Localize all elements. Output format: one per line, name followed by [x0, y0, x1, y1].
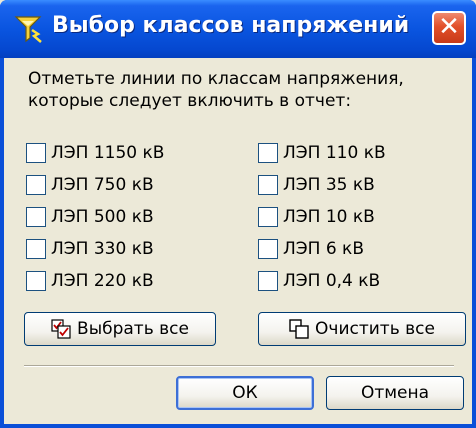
checkbox-box[interactable]	[258, 239, 278, 259]
checkbox-label: ЛЭП 110 кВ	[283, 143, 386, 163]
lightning-filter-icon	[14, 16, 42, 43]
checkbox-330kv[interactable]: ЛЭП 330 кВ	[26, 238, 154, 260]
dialog-title: Выбор классов напряжений	[52, 13, 410, 38]
checkbox-110kv[interactable]: ЛЭП 110 кВ	[258, 142, 386, 164]
clear-all-label: Очистить все	[315, 319, 435, 339]
checkbox-0-4kv[interactable]: ЛЭП 0,4 кВ	[258, 270, 380, 292]
ok-label: ОК	[232, 383, 258, 403]
checkbox-label: ЛЭП 1150 кВ	[51, 143, 165, 163]
checkbox-750kv[interactable]: ЛЭП 750 кВ	[26, 174, 154, 196]
instruction-line-1: Отметьте линии по классам напряжения,	[28, 69, 404, 89]
checkbox-35kv[interactable]: ЛЭП 35 кВ	[258, 174, 375, 196]
cancel-label: Отмена	[360, 383, 430, 403]
checkbox-box[interactable]	[26, 271, 46, 291]
checkbox-box[interactable]	[258, 143, 278, 163]
instruction-text: Отметьте линии по классам напряжения, ко…	[28, 68, 458, 112]
checkbox-500kv[interactable]: ЛЭП 500 кВ	[26, 206, 154, 228]
checkbox-label: ЛЭП 500 кВ	[51, 207, 154, 227]
select-all-button[interactable]: Выбрать все	[24, 312, 216, 346]
voltage-class-dialog: Выбор классов напряжений ✕ Отметьте лини…	[0, 0, 476, 428]
checkbox-10kv[interactable]: ЛЭП 10 кВ	[258, 206, 375, 228]
select-all-label: Выбрать все	[77, 319, 189, 339]
checkbox-label: ЛЭП 35 кВ	[283, 175, 375, 195]
clear-all-button[interactable]: Очистить все	[258, 312, 466, 346]
select-all-icon	[51, 319, 71, 339]
clear-all-icon	[289, 319, 309, 339]
checkbox-box[interactable]	[26, 143, 46, 163]
cancel-button[interactable]: Отмена	[326, 376, 464, 410]
checkbox-220kv[interactable]: ЛЭП 220 кВ	[26, 270, 154, 292]
title-bar[interactable]: Выбор классов напряжений ✕	[0, 0, 476, 58]
checkbox-label: ЛЭП 10 кВ	[283, 207, 375, 227]
close-button[interactable]: ✕	[432, 11, 466, 45]
checkbox-box[interactable]	[26, 239, 46, 259]
checkbox-box[interactable]	[26, 207, 46, 227]
checkbox-box[interactable]	[258, 175, 278, 195]
checkbox-6kv[interactable]: ЛЭП 6 кВ	[258, 238, 364, 260]
checkbox-label: ЛЭП 330 кВ	[51, 239, 154, 259]
dialog-body: Отметьте линии по классам напряжения, ко…	[4, 58, 472, 424]
separator	[24, 365, 454, 367]
checkbox-1150kv[interactable]: ЛЭП 1150 кВ	[26, 142, 164, 164]
checkbox-label: ЛЭП 750 кВ	[51, 175, 154, 195]
checkbox-label: ЛЭП 220 кВ	[51, 271, 154, 291]
checkbox-label: ЛЭП 0,4 кВ	[283, 271, 381, 291]
instruction-line-2: которые следует включить в отчет:	[28, 91, 352, 111]
checkbox-box[interactable]	[258, 207, 278, 227]
checkbox-box[interactable]	[258, 271, 278, 291]
checkbox-label: ЛЭП 6 кВ	[283, 239, 364, 259]
ok-button[interactable]: ОК	[176, 376, 314, 410]
checkbox-box[interactable]	[26, 175, 46, 195]
